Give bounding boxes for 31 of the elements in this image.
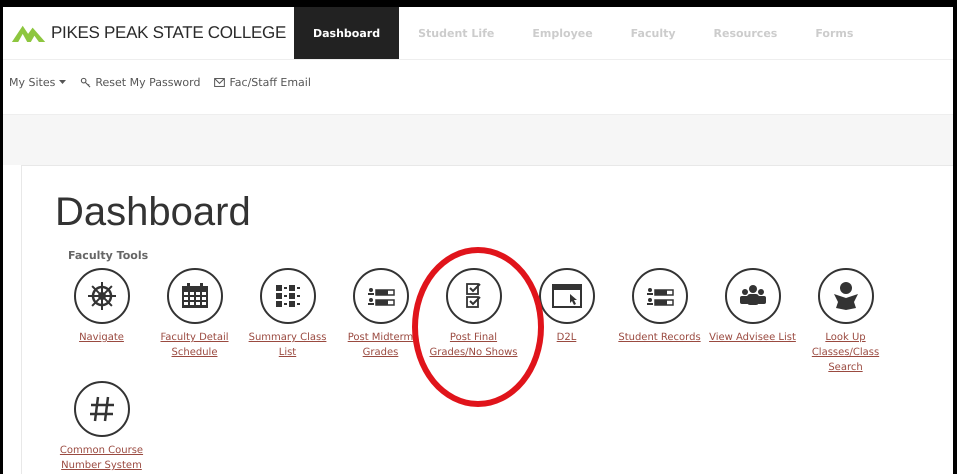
- tool-icon-button[interactable]: [446, 268, 502, 324]
- mail-icon: [214, 78, 226, 86]
- nav-tab[interactable]: Dashboard: [294, 7, 400, 59]
- college-name: PIKES PEAK STATE COLLEGE: [51, 23, 286, 43]
- page-title: Dashboard: [55, 190, 252, 235]
- sites-dropdown[interactable]: My Sites: [9, 76, 66, 88]
- tool-link[interactable]: Post Final Grades/No Shows: [427, 330, 520, 360]
- tool-link[interactable]: Look Up Classes/Class Search: [799, 330, 892, 375]
- nav-link[interactable]: Reset My Password: [80, 76, 200, 88]
- tool-link[interactable]: Summary Class List: [241, 330, 334, 360]
- tool-icon-button[interactable]: [632, 268, 688, 324]
- tool-icon-button[interactable]: [260, 268, 316, 324]
- tool-link[interactable]: Faculty Detail Schedule: [148, 330, 241, 360]
- tool-link[interactable]: Post Midterm Grades: [334, 330, 427, 360]
- nav-link[interactable]: Fac/Staff Email: [214, 76, 311, 88]
- ship-wheel-icon: [86, 280, 118, 312]
- section-title: Faculty Tools: [68, 249, 150, 262]
- tool-link[interactable]: Common Course Number System: [55, 443, 148, 473]
- tool-icon-button[interactable]: [818, 268, 874, 324]
- tool-link[interactable]: View Advisee List: [709, 330, 796, 345]
- tool-link[interactable]: D2L: [556, 330, 576, 345]
- tool-icon-button[interactable]: [724, 268, 780, 324]
- key-icon: [80, 76, 92, 88]
- tool-icon-button[interactable]: [352, 268, 408, 324]
- tool-icon-button[interactable]: [74, 381, 130, 437]
- tool-icon-button[interactable]: [74, 268, 130, 324]
- tool-icon-button[interactable]: [166, 268, 222, 324]
- tool-link[interactable]: Student Records: [618, 330, 701, 345]
- tool-link[interactable]: Navigate: [79, 330, 124, 345]
- tool-icon-button[interactable]: [538, 268, 594, 324]
- caret-icon: [59, 80, 66, 84]
